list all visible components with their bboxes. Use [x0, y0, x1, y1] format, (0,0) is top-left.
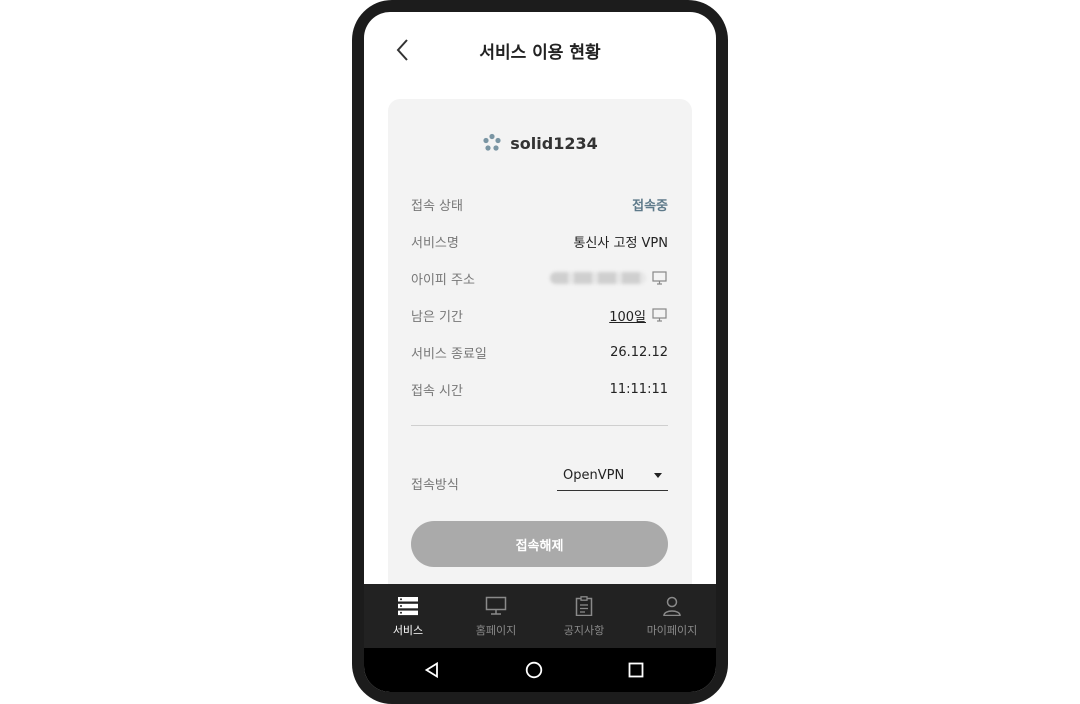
caret-down-icon: [654, 473, 662, 478]
status-value: 접속중: [632, 198, 668, 214]
service-name-value: 통신사 고정 VPN: [573, 235, 668, 251]
ip-label: 아이피 주소: [411, 272, 475, 288]
monitor-icon: [485, 596, 507, 615]
connect-time-value: 11:11:11: [609, 381, 668, 397]
square-recents-icon: [628, 662, 644, 678]
circle-home-icon: [525, 661, 543, 679]
ip-row: 아이피 주소: [411, 268, 668, 288]
tab-homepage[interactable]: 홈페이지: [452, 584, 540, 648]
tab-service[interactable]: 서비스: [364, 584, 452, 648]
tab-label: 홈페이지: [475, 624, 517, 637]
end-date-label: 서비스 종료일: [411, 346, 487, 362]
remaining-label: 남은 기간: [411, 309, 463, 325]
user-id-row: solid1234: [388, 133, 692, 153]
bottom-tab-bar: 서비스 홈페이지 공지사항 마이페이지: [364, 584, 716, 648]
connect-time-row: 접속 시간 11:11:11: [411, 379, 668, 399]
tab-label: 공지사항: [563, 624, 605, 637]
method-select[interactable]: OpenVPN: [557, 461, 668, 491]
service-name-row: 서비스명 통신사 고정 VPN: [411, 231, 668, 251]
copy-icon[interactable]: [652, 271, 668, 285]
android-nav-bar: [364, 648, 716, 692]
app-header: 서비스 이용 현황: [364, 12, 716, 88]
end-date-value: 26.12.12: [610, 344, 668, 360]
remaining-value-wrap: 100일: [609, 306, 668, 325]
triangle-back-icon: [424, 662, 438, 678]
status-label: 접속 상태: [411, 198, 463, 214]
disconnect-button[interactable]: 접속해제: [411, 521, 668, 567]
end-date-row: 서비스 종료일 26.12.12: [411, 342, 668, 362]
tab-mypage[interactable]: 마이페이지: [628, 584, 716, 648]
remaining-row: 남은 기간 100일: [411, 305, 668, 325]
ip-value-wrap: [550, 271, 668, 285]
page-title: 서비스 이용 현황: [479, 43, 601, 63]
service-name-label: 서비스명: [411, 235, 459, 251]
remaining-value-link[interactable]: 100일: [609, 306, 646, 325]
phone-screen: 서비스 이용 현황 solid1234 접속 상태 접속중 서비스명 통신사 고…: [364, 12, 716, 692]
user-id: solid1234: [510, 133, 598, 153]
tab-notice[interactable]: 공지사항: [540, 584, 628, 648]
nav-home-button[interactable]: [524, 660, 544, 680]
server-icon: [398, 597, 418, 616]
tab-label: 서비스: [392, 624, 424, 637]
method-select-value: OpenVPN: [563, 468, 625, 483]
divider: [411, 425, 668, 426]
clipboard-icon: [575, 596, 593, 616]
method-label: 접속방식: [411, 478, 459, 493]
nav-back-button[interactable]: [422, 660, 442, 680]
flower-logo-icon: [483, 133, 501, 151]
user-icon: [663, 596, 681, 616]
nav-recents-button[interactable]: [626, 660, 646, 680]
ip-value-blurred: [550, 272, 646, 284]
status-row: 접속 상태 접속중: [411, 194, 668, 214]
service-card: solid1234 접속 상태 접속중 서비스명 통신사 고정 VPN 아이피 …: [388, 99, 692, 599]
tab-label: 마이페이지: [646, 624, 698, 637]
monitor-small-icon[interactable]: [652, 308, 668, 322]
connect-time-label: 접속 시간: [411, 383, 463, 399]
